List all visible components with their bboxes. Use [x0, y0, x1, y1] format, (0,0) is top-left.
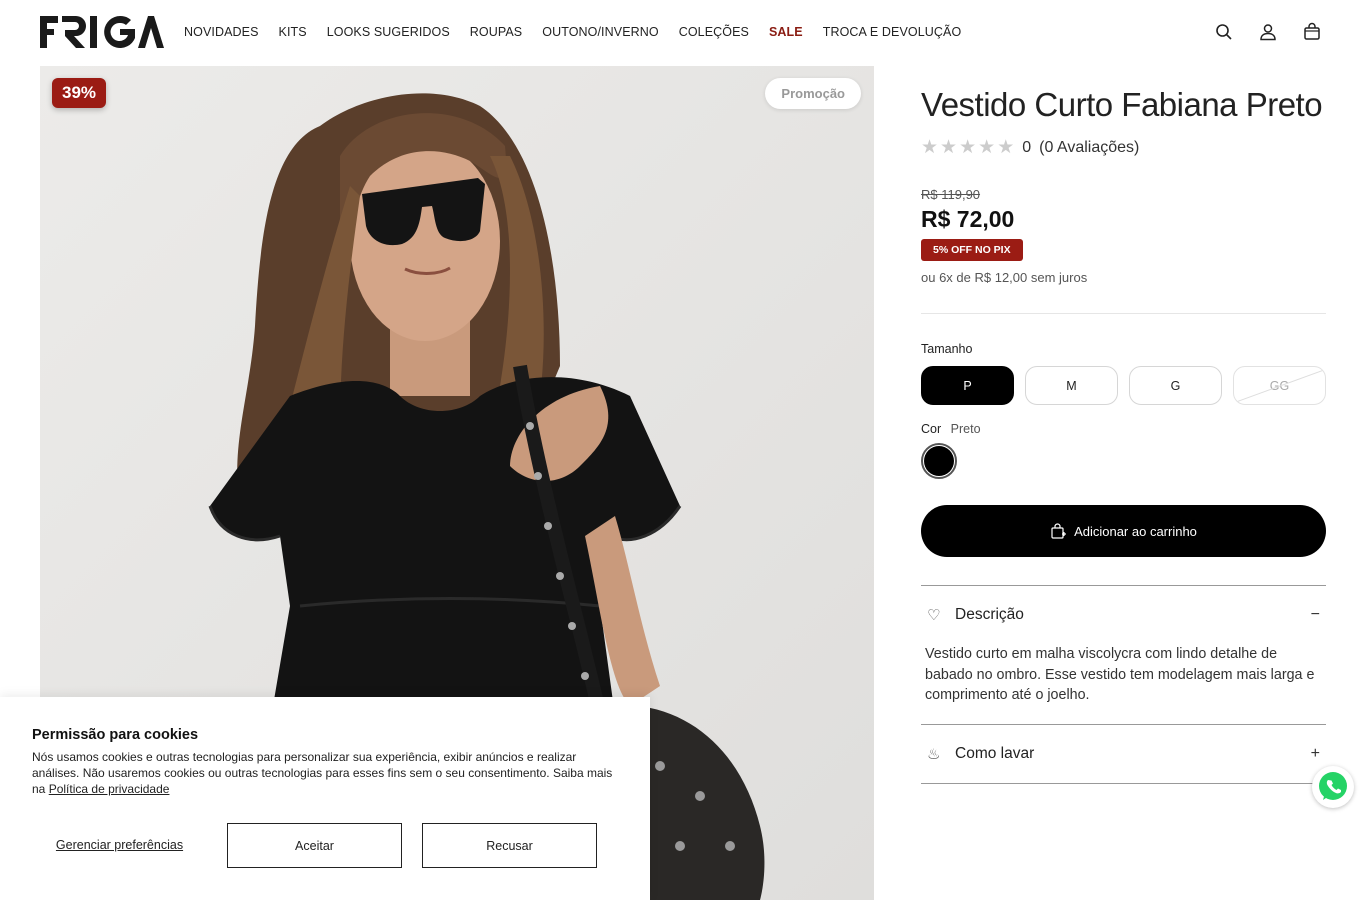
main-nav: NOVIDADES KITS LOOKS SUGERIDOS ROUPAS OU… — [184, 25, 961, 39]
size-option-g[interactable]: G — [1129, 366, 1222, 405]
nav-sale[interactable]: SALE — [769, 25, 803, 39]
color-swatch-preto[interactable] — [924, 446, 954, 476]
color-row: Cor Preto — [921, 422, 1326, 436]
nav-troca-devolucao[interactable]: TROCA E DEVOLUÇÃO — [823, 25, 962, 39]
cookie-title: Permissão para cookies — [32, 727, 199, 743]
rating-row[interactable]: ★ ★ ★ ★ ★ 0 (0 Avaliações) — [921, 138, 1326, 157]
heart-icon: ♡ — [927, 607, 941, 624]
bag-icon[interactable] — [1302, 22, 1322, 42]
whatsapp-button[interactable] — [1312, 766, 1354, 808]
header-actions — [1214, 22, 1322, 42]
whatsapp-icon — [1319, 772, 1347, 800]
friga-logo[interactable] — [40, 14, 164, 50]
nav-roupas[interactable]: ROUPAS — [470, 25, 522, 39]
product-info: Vestido Curto Fabiana Preto ★ ★ ★ ★ ★ 0 … — [921, 66, 1326, 784]
rating-value: 0 — [1022, 138, 1032, 156]
star-icon: ★ — [959, 137, 977, 158]
wash-icon: ♨ — [927, 745, 941, 763]
add-to-cart-button[interactable]: Adicionar ao carrinho — [921, 505, 1326, 557]
accordion-description: ♡ Descrição − Vestido curto em malha vis… — [921, 585, 1326, 724]
current-price: R$ 72,00 — [921, 206, 1015, 232]
color-label: Cor — [921, 422, 942, 436]
nav-novidades[interactable]: NOVIDADES — [184, 25, 259, 39]
description-text: Vestido curto em malha viscolycra com li… — [925, 646, 1315, 703]
star-icon: ★ — [940, 137, 958, 158]
site-header: NOVIDADES KITS LOOKS SUGERIDOS ROUPAS OU… — [0, 0, 1366, 66]
star-icon: ★ — [921, 137, 939, 158]
product-title: Vestido Curto Fabiana Preto — [921, 86, 1323, 123]
cookie-actions: Gerenciar preferências Aceitar Recusar — [32, 823, 597, 868]
size-selector: P M G GG — [921, 366, 1326, 405]
pix-discount-badge: 5% OFF NO PIX — [921, 239, 1023, 261]
cookie-consent-panel: Permissão para cookies Nós usamos cookie… — [0, 697, 650, 900]
discount-badge: 39% — [52, 78, 107, 108]
description-title: Descrição — [955, 606, 1024, 623]
divider — [921, 313, 1326, 314]
nav-colecoes[interactable]: COLEÇÕES — [679, 25, 749, 39]
collapse-icon[interactable]: − — [1311, 606, 1320, 624]
user-icon[interactable] — [1258, 22, 1278, 42]
cart-add-icon — [1051, 523, 1067, 539]
expand-icon[interactable]: + — [1311, 745, 1320, 763]
installments-text: ou 6x de R$ 12,00 sem juros — [921, 270, 1088, 285]
size-label: Tamanho — [921, 342, 973, 356]
rating-stars: ★ ★ ★ ★ ★ — [921, 138, 1014, 157]
wash-title: Como lavar — [955, 744, 1035, 762]
privacy-policy-link[interactable]: Política de privacidade — [49, 782, 170, 796]
wash-header[interactable]: ♨ Como lavar + — [921, 725, 1326, 783]
accordion-wash: ♨ Como lavar + — [921, 723, 1326, 784]
nav-looks-sugeridos[interactable]: LOOKS SUGERIDOS — [327, 25, 450, 39]
old-price: R$ 119,90 — [921, 187, 981, 202]
size-option-m[interactable]: M — [1025, 366, 1118, 405]
nav-kits[interactable]: KITS — [279, 25, 307, 39]
cookie-text: Nós usamos cookies e outras tecnologias … — [32, 749, 618, 797]
size-option-gg[interactable]: GG — [1233, 366, 1326, 405]
color-value: Preto — [950, 422, 981, 436]
promo-tag: Promoção — [765, 78, 861, 109]
color-swatch-selected[interactable] — [921, 443, 957, 479]
description-header[interactable]: ♡ Descrição − — [921, 586, 1326, 644]
nav-outono-inverno[interactable]: OUTONO/INVERNO — [542, 25, 658, 39]
add-to-cart-label: Adicionar ao carrinho — [1074, 523, 1197, 539]
accept-cookies-button[interactable]: Aceitar — [227, 823, 402, 868]
reject-cookies-button[interactable]: Recusar — [422, 823, 597, 868]
star-icon: ★ — [997, 137, 1015, 158]
star-icon: ★ — [978, 137, 996, 158]
manage-preferences-link[interactable]: Gerenciar preferências — [32, 838, 207, 853]
rating-count[interactable]: (0 Avaliações) — [1039, 139, 1139, 157]
size-option-p[interactable]: P — [921, 366, 1014, 405]
search-icon[interactable] — [1214, 22, 1234, 42]
